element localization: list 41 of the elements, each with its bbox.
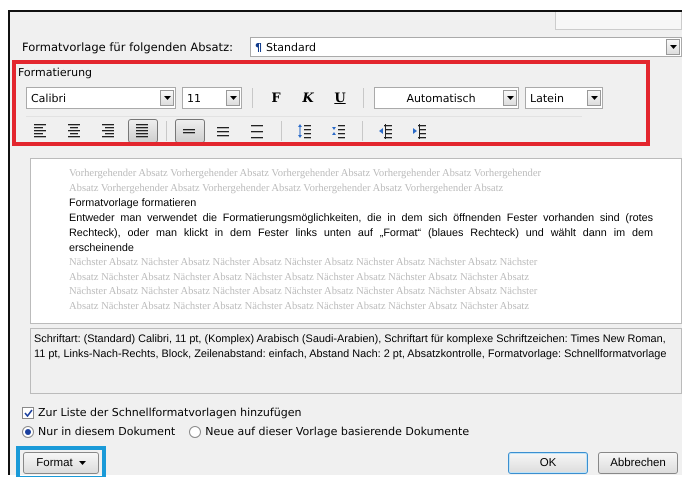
single-button[interactable] xyxy=(175,119,205,143)
center-icon xyxy=(68,124,82,138)
style-description: Schriftart: (Standard) Calibri, 11 pt, (Komplex) Arabisch (Saudi-Arabien), Schriftart für komplexe Schriftzeichen: Times New Roman, 11 pt, Links-Nach-Rechts, Block, Zeilenabstand: einfach, Abstand Nach: 2 pt, Absatzkontrolle, Formatvorlage: Schnellformatvorlage xyxy=(30,328,682,394)
checkbox-label: Zur Liste der Schnellformatvorlagen hinzufügen xyxy=(38,406,302,419)
caret-icon xyxy=(78,461,86,465)
size-dropdown[interactable]: 11 xyxy=(182,87,242,109)
right-icon xyxy=(102,124,116,138)
italic-button[interactable]: K xyxy=(295,87,321,109)
next-style-label: Formatvorlage für folgenden Absatz: xyxy=(22,40,234,54)
underline-button[interactable]: U xyxy=(327,87,353,109)
bold-button[interactable]: F xyxy=(263,87,289,109)
preview-line: Vorhergehender Absatz Vorhergehender Absatz Vorhergehender Absatz Vorhergehender Absatz Vorhergehender xyxy=(69,167,542,181)
space-after-icon xyxy=(332,124,346,138)
decrease-icon xyxy=(379,124,393,138)
section-label: Formatierung xyxy=(18,66,94,80)
next-style-dropdown[interactable]: ¶ Standard xyxy=(250,37,682,57)
radio-label: Neue auf dieser Vorlage basierende Dokumente xyxy=(205,425,470,438)
preview-line: Nächster Absatz Nächster Absatz Nächster Absatz Nächster Absatz Nächster Absatz Nächster Absatz Nächster xyxy=(69,285,538,299)
radio-button[interactable] xyxy=(189,426,202,438)
double-icon xyxy=(251,124,265,138)
justify-button[interactable] xyxy=(128,119,158,143)
radio-label: Nur in diesem Dokument xyxy=(38,425,176,438)
left-icon xyxy=(34,124,48,138)
ok-button[interactable]: OK xyxy=(508,452,588,474)
preview-line: Nächster Absatz Nächster Absatz Nächster Absatz Nächster Absatz Nächster Absatz Nächster Absatz Nächster xyxy=(69,256,538,270)
preview-line: Absatz Vorhergehender Absatz Vorhergehender Absatz Vorhergehender Absatz Vorhergehender Absatz xyxy=(69,182,504,196)
preview-paragraph: Entweder man verwendet die Formatierungsmöglichkeiten, die in dem sich öffnenden Fester vorhanden sind (rotes Rechteck), oder man klickt in dem Fester links unten auf „Format“ (blaues Rechteck) und wählt dann im dem erscheinende xyxy=(69,211,653,256)
justify-icon xyxy=(136,124,150,138)
format-button[interactable]: Format xyxy=(23,452,99,474)
space-before-icon xyxy=(298,124,312,138)
increase-icon xyxy=(413,124,427,138)
preview-line: Absatz Nächster Absatz Nächster Absatz Nächster Absatz Nächster Absatz Nächster Absatz Nächster Absatz xyxy=(69,300,530,314)
color-dropdown[interactable]: Automatisch xyxy=(374,87,519,109)
script-dropdown[interactable]: Latein xyxy=(525,87,603,109)
radio-button[interactable] xyxy=(22,426,34,438)
font-dropdown[interactable]: Calibri xyxy=(26,87,176,109)
checkbox[interactable] xyxy=(22,406,34,418)
pilcrow-icon: ¶ xyxy=(255,40,262,54)
preview-title: Formatvorlage formatieren xyxy=(69,196,198,211)
cancel-button[interactable]: Abbrechen xyxy=(598,452,678,474)
preview-line: Absatz Nächster Absatz Nächster Absatz Nächster Absatz Nächster Absatz Nächster Absatz Nächster Absatz xyxy=(69,270,530,284)
